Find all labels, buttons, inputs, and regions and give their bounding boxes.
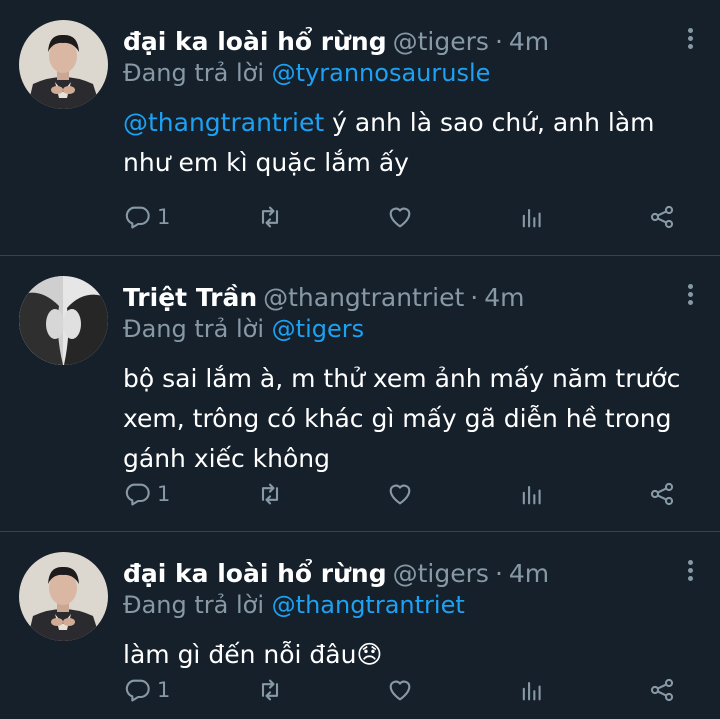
reply-count: 1: [157, 678, 171, 702]
reply-button[interactable]: 1: [123, 201, 170, 233]
like-icon: [389, 680, 411, 701]
tweet-body: bộ sai lắm à, m thử xem ảnh mấy năm trướ…: [123, 364, 681, 473]
user-handle[interactable]: @tigers: [393, 559, 489, 588]
tweet-text: làm gì đến nỗi đâu😞: [123, 635, 692, 675]
like-button[interactable]: [386, 478, 414, 510]
display-name[interactable]: đại ka loài hổ rừng: [123, 559, 387, 588]
action-bar: 1: [123, 674, 692, 706]
replying-to-label: Đang trả lời: [123, 315, 265, 343]
share-icon: [650, 482, 674, 506]
like-button[interactable]: [386, 674, 414, 706]
user-handle[interactable]: @tigers: [393, 27, 489, 56]
action-bar: 1: [123, 201, 692, 233]
share-button[interactable]: [648, 478, 676, 510]
tweet[interactable]: đại ka loài hổ rừng @tigers · 4m Đang trả l…: [0, 532, 720, 719]
like-icon: [389, 207, 411, 228]
retweet-icon: [261, 206, 279, 228]
reply-count: 1: [157, 205, 171, 229]
tweet-text: bộ sai lắm à, m thử xem ảnh mấy năm trướ…: [123, 359, 692, 479]
avatar[interactable]: [19, 552, 108, 641]
avatar[interactable]: [19, 276, 108, 365]
share-icon: [650, 678, 674, 702]
timestamp[interactable]: 4m: [484, 283, 524, 312]
reply-to-mention[interactable]: @tigers: [272, 315, 364, 343]
analytics-icon: [522, 208, 541, 228]
tweet-body: làm gì đến nỗi đâu😞: [123, 640, 383, 669]
replying-to-label: Đang trả lời: [123, 591, 265, 619]
reply-count: 1: [157, 482, 171, 506]
more-icon[interactable]: [686, 560, 694, 584]
tweet[interactable]: đại ka loài hổ rừng @tigers · 4m Đang trả l…: [0, 0, 720, 256]
replying-to-label: Đang trả lời: [123, 59, 265, 87]
tweet[interactable]: Triệt Trần @thangtrantriet · 4m Đang trả lờ…: [0, 256, 720, 532]
avatar[interactable]: [19, 20, 108, 109]
analytics-button[interactable]: [518, 478, 546, 510]
reply-to-mention[interactable]: @thangtrantriet: [272, 591, 465, 619]
share-button[interactable]: [648, 674, 676, 706]
more-icon[interactable]: [686, 284, 694, 308]
reply-to-mention[interactable]: @tyrannosaurusle: [272, 59, 491, 87]
body-mention[interactable]: @thangtrantriet: [123, 108, 324, 137]
more-icon[interactable]: [686, 28, 694, 52]
separator: ·: [470, 283, 479, 312]
reply-button[interactable]: 1: [123, 674, 170, 706]
user-handle[interactable]: @thangtrantriet: [263, 283, 464, 312]
action-bar: 1: [123, 478, 692, 510]
retweet-icon: [261, 483, 279, 505]
analytics-button[interactable]: [518, 674, 546, 706]
timestamp[interactable]: 4m: [509, 27, 549, 56]
display-name[interactable]: Triệt Trần: [123, 283, 257, 312]
separator: ·: [494, 559, 503, 588]
retweet-button[interactable]: [256, 674, 284, 706]
analytics-icon: [522, 485, 541, 505]
reply-icon: [125, 206, 150, 229]
reply-icon: [125, 679, 150, 702]
retweet-icon: [261, 679, 279, 701]
analytics-icon: [522, 681, 541, 701]
like-button[interactable]: [386, 201, 414, 233]
reply-icon: [125, 483, 150, 506]
retweet-button[interactable]: [256, 478, 284, 510]
analytics-button[interactable]: [518, 201, 546, 233]
timestamp[interactable]: 4m: [509, 559, 549, 588]
share-icon: [650, 205, 674, 229]
share-button[interactable]: [648, 201, 676, 233]
retweet-button[interactable]: [256, 201, 284, 233]
separator: ·: [494, 27, 503, 56]
display-name[interactable]: đại ka loài hổ rừng: [123, 27, 387, 56]
reply-button[interactable]: 1: [123, 478, 170, 510]
tweet-text: @thangtrantriet ý anh là sao chứ, anh là…: [123, 103, 692, 183]
like-icon: [389, 484, 411, 505]
